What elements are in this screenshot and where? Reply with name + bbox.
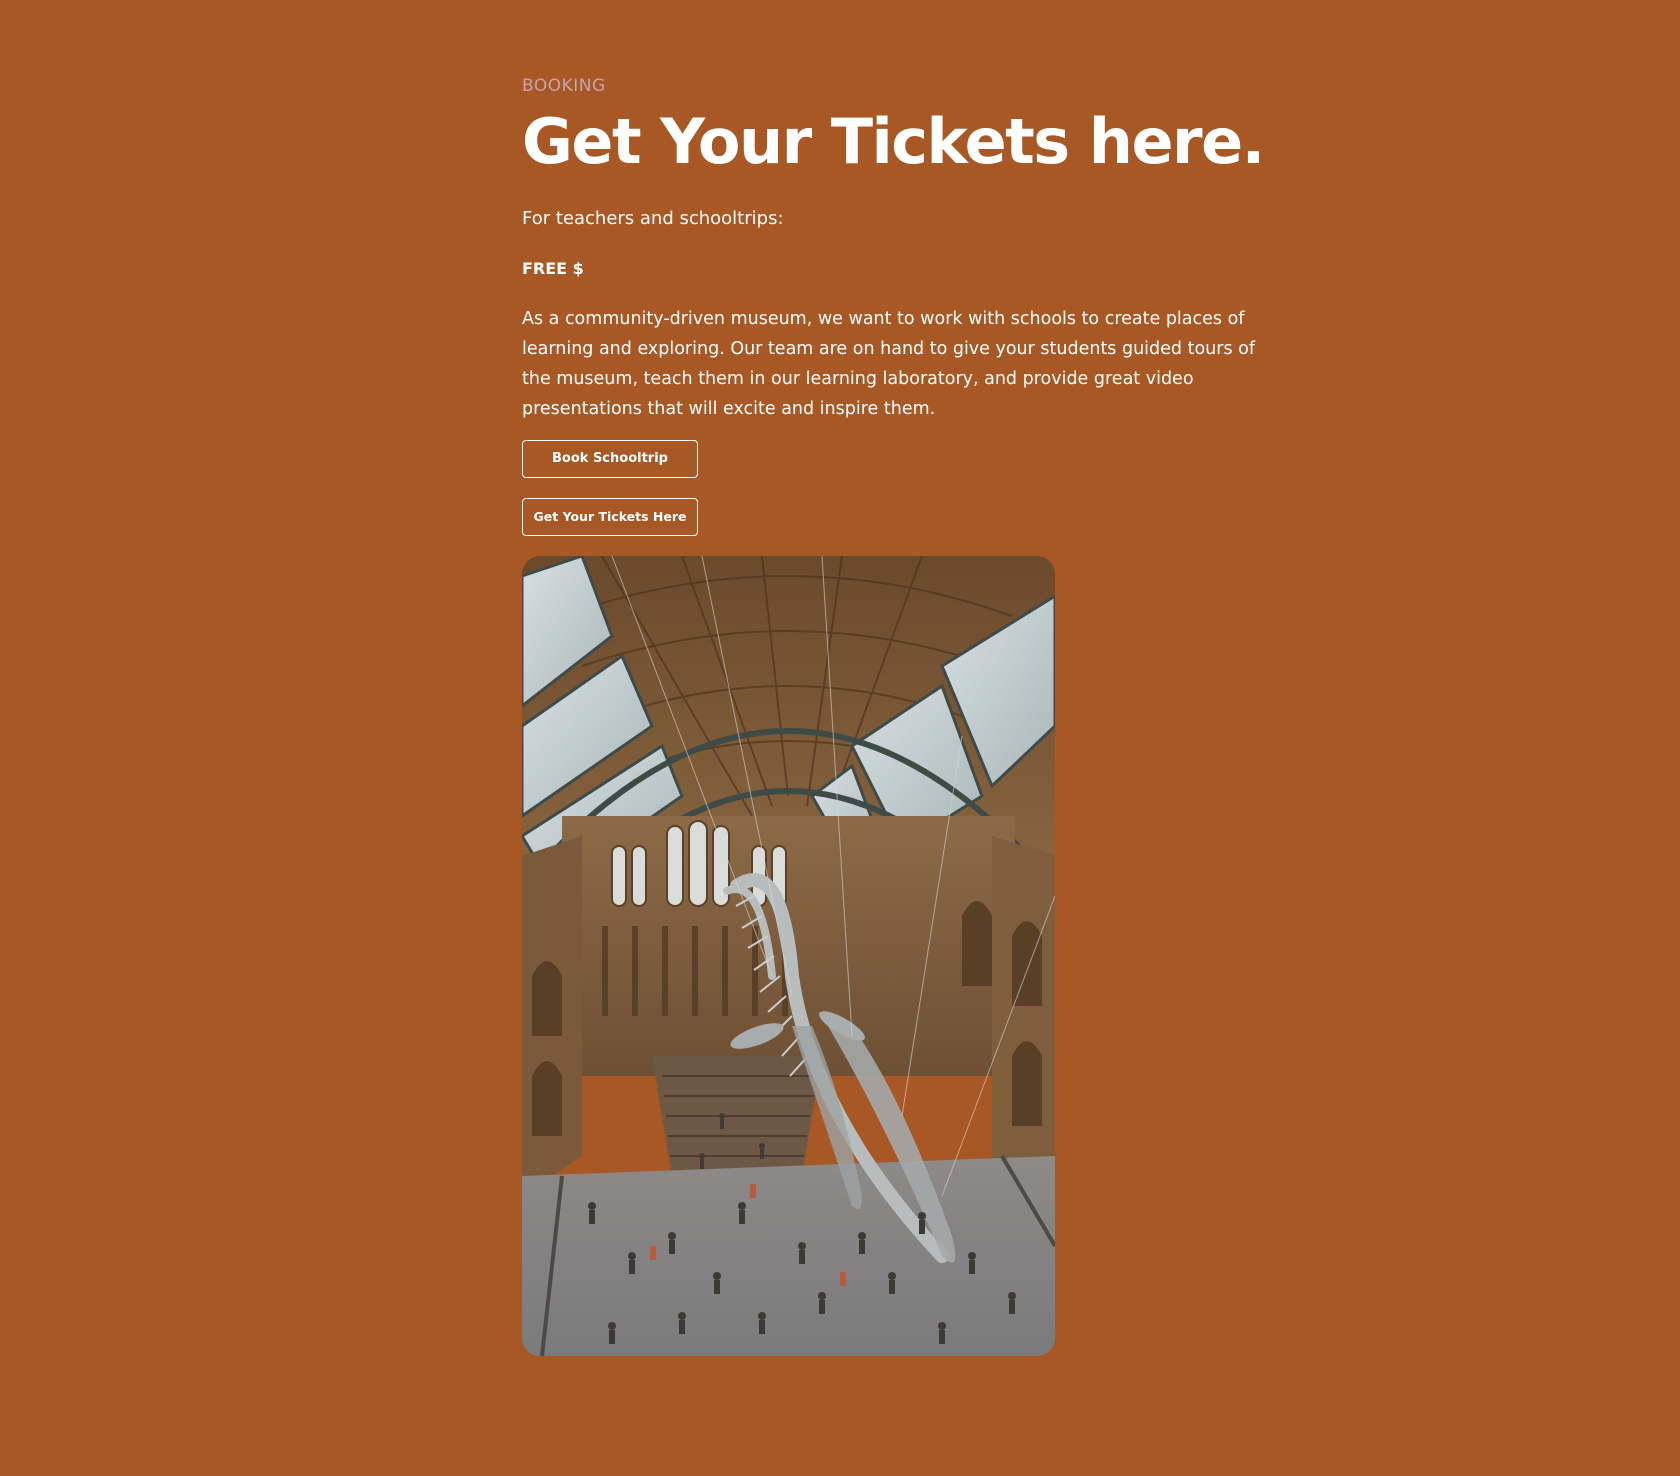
description-text: As a community-driven museum, we want to… [522,309,1255,419]
booking-section: BOOKING Get Your Tickets here. For teach… [0,0,1680,1476]
get-tickets-button[interactable]: Get Your Tickets Here [522,498,698,536]
audience-label: For teachers and schooltrips: [522,208,784,229]
price-label: FREE $ [522,259,584,278]
book-schooltrip-button[interactable]: Book Schooltrip [522,440,698,478]
page-title: Get Your Tickets here. [522,105,1265,178]
section-eyebrow: BOOKING [522,76,606,96]
booking-content: BOOKING Get Your Tickets here. For teach… [522,74,1272,1356]
museum-hall-photo [522,556,1055,1356]
